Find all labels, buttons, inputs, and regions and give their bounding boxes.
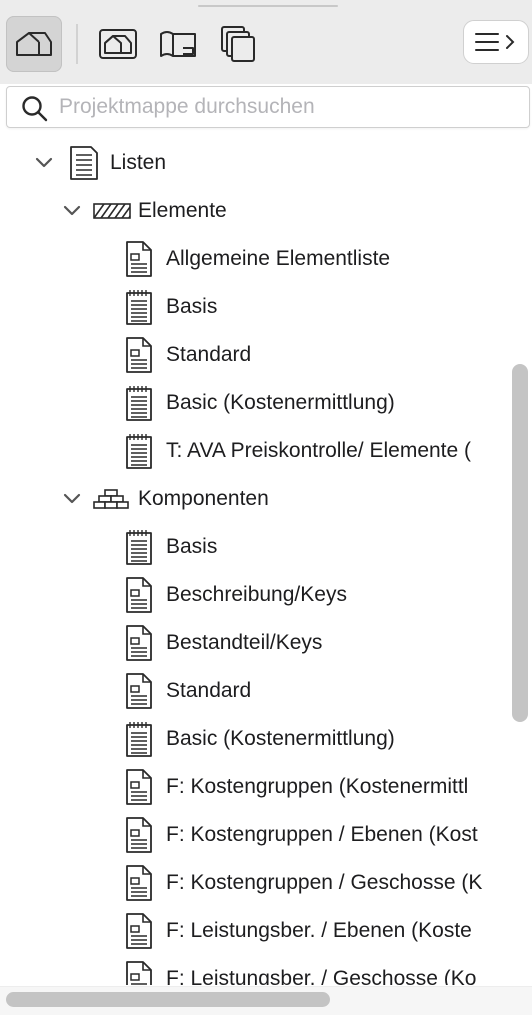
list-icon (70, 146, 98, 180)
brick-stack-icon (93, 489, 129, 509)
tree-folder-label: Komponenten (138, 487, 269, 510)
chevron-down-icon[interactable] (62, 201, 82, 221)
document-icon (126, 577, 152, 613)
tree-item-label: Bestandteil/Keys (166, 631, 323, 654)
tree-item-label: Basis (166, 535, 218, 558)
layout-book-button[interactable] (150, 16, 206, 72)
tree-item-label: Basic (Kostenermittlung) (166, 391, 395, 414)
tree-folder-label: Elemente (138, 199, 227, 222)
publisher-sets-icon (221, 26, 255, 62)
tree-item-label: Basis (166, 295, 218, 318)
tree-item[interactable]: F: Kostengruppen / Ebenen (Kost (0, 811, 508, 859)
tree-item[interactable]: Basis (0, 523, 508, 571)
document-icon (126, 913, 152, 949)
tree-item-label: F: Leistungsber. / Geschosse (Ko (166, 967, 477, 985)
hamburger-chevron-icon (475, 33, 515, 51)
schedule-icon (126, 290, 152, 325)
tree-item[interactable]: F: Leistungsber. / Ebenen (Koste (0, 907, 508, 955)
hatch-wall-icon (93, 203, 131, 219)
tree-item[interactable]: T: AVA Preiskontrolle/ Elemente ( (0, 427, 508, 475)
search-icon (22, 96, 48, 122)
schedule-icon (126, 722, 152, 757)
tree-item[interactable]: Bestandteil/Keys (0, 619, 508, 667)
menu-button[interactable] (463, 20, 529, 64)
project-tree-button[interactable] (6, 16, 62, 72)
view-map-icon (99, 29, 137, 59)
tree-item-label: Beschreibung/Keys (166, 583, 347, 606)
tree-folder-elemente[interactable]: Elemente (0, 187, 508, 235)
house-icon (16, 32, 52, 56)
search-box (6, 86, 530, 128)
document-icon (126, 241, 152, 277)
tree-item-label: Basic (Kostenermittlung) (166, 727, 395, 750)
chevron-down-icon[interactable] (34, 153, 54, 173)
document-icon (126, 673, 152, 709)
toolbar (0, 0, 532, 84)
tree-item[interactable]: F: Kostengruppen (Kostenermittl (0, 763, 508, 811)
vertical-scrollbar[interactable] (512, 364, 528, 722)
view-map-button[interactable] (90, 16, 146, 72)
drag-handle[interactable] (198, 5, 338, 7)
tree-item-label: Standard (166, 343, 252, 366)
tree-item[interactable]: Standard (0, 331, 508, 379)
document-icon (126, 337, 152, 373)
tree-item-label: Standard (166, 679, 252, 702)
schedule-icon (126, 530, 152, 565)
tree-folder-label: Listen (110, 151, 167, 174)
schedule-icon (126, 386, 152, 421)
tree-item[interactable]: Allgemeine Elementliste (0, 235, 508, 283)
project-tree: Listen Elemente Allgemeine Elementliste Bas… (0, 139, 508, 985)
tree-item[interactable]: Basic (Kostenermittlung) (0, 379, 508, 427)
tree-item-label: T: AVA Preiskontrolle/ Elemente ( (166, 439, 472, 462)
tree-item[interactable]: F: Kostengruppen / Geschosse (K (0, 859, 508, 907)
tree-item[interactable]: Beschreibung/Keys (0, 571, 508, 619)
tree-item-label: F: Kostengruppen / Ebenen (Kost (166, 823, 478, 846)
tree-item[interactable]: F: Leistungsber. / Geschosse (Ko (0, 955, 508, 985)
schedule-icon (126, 434, 152, 469)
tree-folder-komponenten[interactable]: Komponenten (0, 475, 508, 523)
tree-item[interactable]: Basis (0, 283, 508, 331)
document-icon (126, 769, 152, 805)
search-input[interactable] (59, 92, 519, 122)
tree-item-label: F: Leistungsber. / Ebenen (Koste (166, 919, 472, 942)
document-icon (126, 625, 152, 661)
tree-item-label: Allgemeine Elementliste (166, 247, 391, 270)
tree-item-label: F: Kostengruppen (Kostenermittl (166, 775, 469, 798)
horizontal-scrollbar[interactable] (6, 992, 330, 1007)
tree-item[interactable]: Standard (0, 667, 508, 715)
tree-folder-listen[interactable]: Listen (0, 139, 508, 187)
document-icon (126, 817, 152, 853)
toolbar-separator (76, 24, 78, 64)
publisher-sets-button[interactable] (210, 16, 266, 72)
document-icon (126, 865, 152, 901)
tree-item-label: F: Kostengruppen / Geschosse (K (166, 871, 483, 894)
chevron-down-icon[interactable] (62, 489, 82, 509)
document-icon (126, 961, 152, 985)
tree-item[interactable]: Basic (Kostenermittlung) (0, 715, 508, 763)
layout-book-icon (160, 31, 196, 57)
